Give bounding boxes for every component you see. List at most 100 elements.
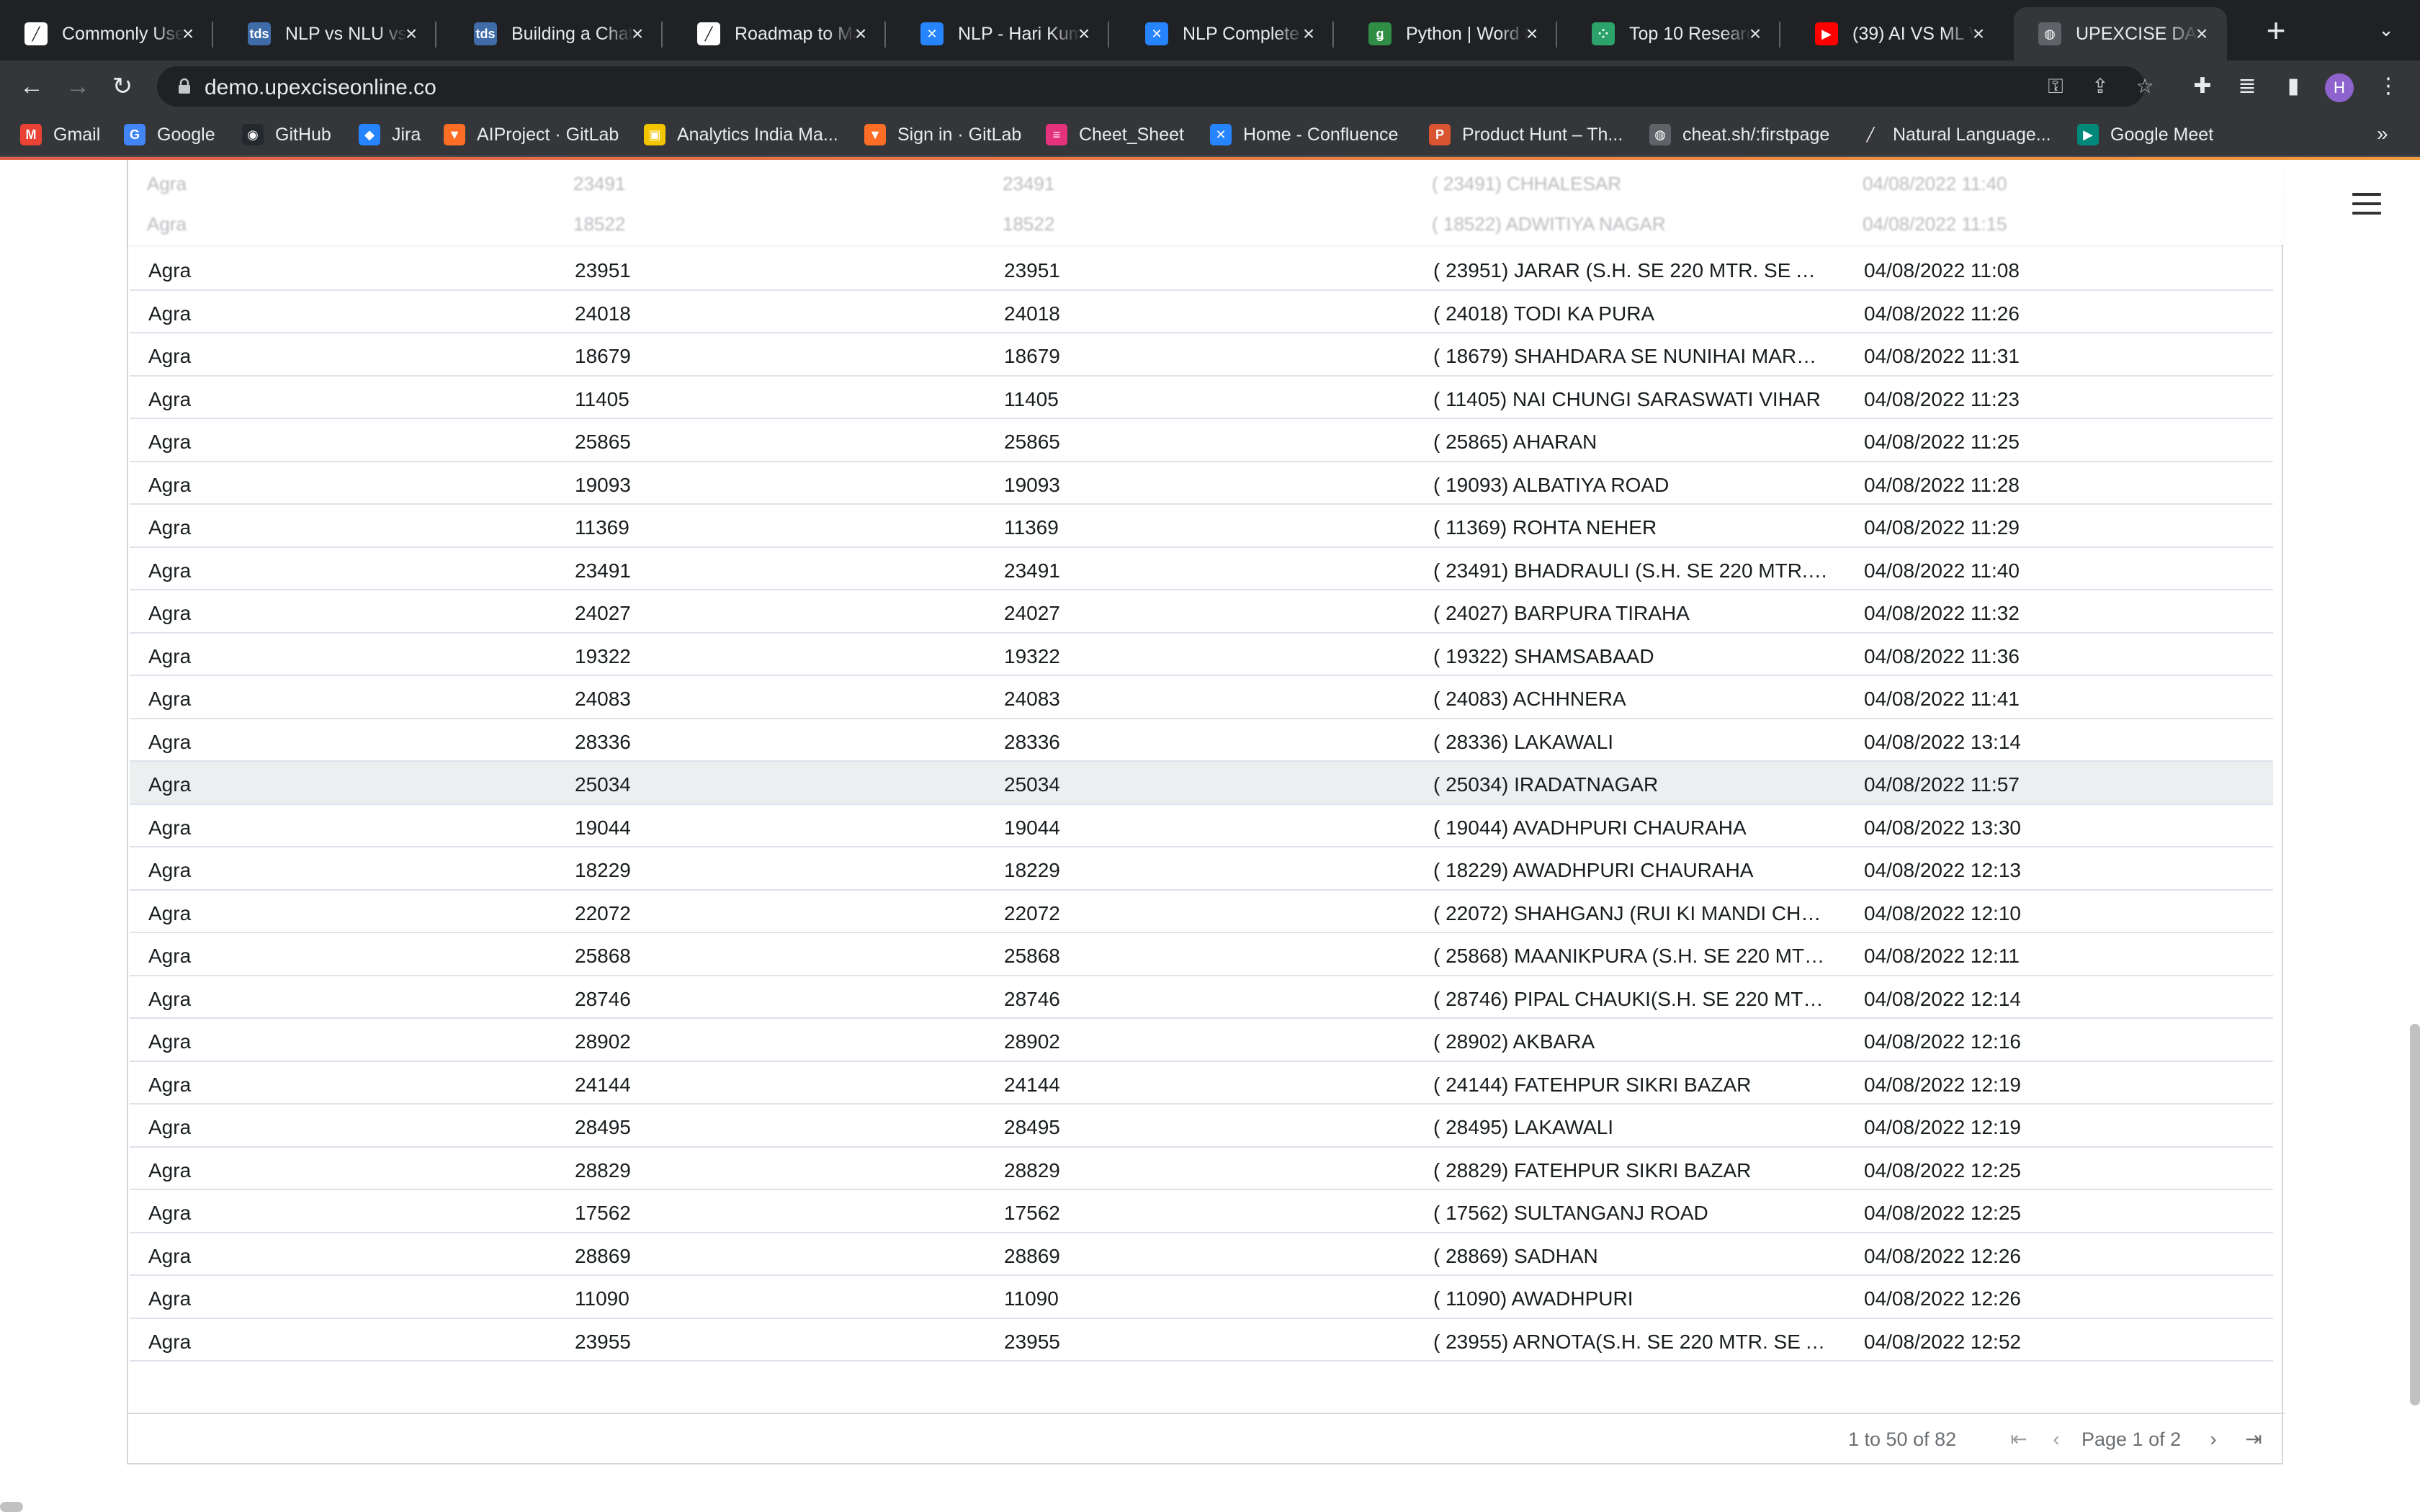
bookmark-item[interactable]: ▶ Google Meet — [2077, 121, 2213, 148]
table-row[interactable]: Agra 19044 19044 ( 19044) AVADHPURI CHAURAH… — [130, 805, 2273, 847]
globe-icon: ◍ — [1649, 124, 1671, 145]
bookmark-item[interactable]: ▣ Analytics India Ma... — [644, 121, 838, 148]
close-tab-icon[interactable]: × — [2191, 23, 2213, 45]
shop-code-cell: 28495 — [575, 1116, 631, 1138]
bookmark-item[interactable]: ✕ Home - Confluence — [1210, 121, 1398, 148]
reading-list-icon[interactable]: ≣ — [2234, 73, 2260, 99]
district-cell: Agra — [148, 1073, 192, 1096]
close-tab-icon[interactable]: × — [400, 23, 422, 45]
table-row[interactable]: Agra 17562 17562 ( 17562) SULTANGANJ ROAD 04… — [130, 1190, 2273, 1233]
forward-arrow-icon[interactable]: → — [63, 72, 92, 101]
table-row[interactable]: Agra 19322 19322 ( 19322) SHAMSABAAD 04/08/2… — [130, 634, 2273, 676]
browser-tab[interactable]: ╱ Commonly Used × — [0, 7, 213, 60]
table-row[interactable]: Agra 25868 25868 ( 25868) MAANIKPURA (S.H. … — [130, 933, 2273, 976]
table-row[interactable]: Agra 25865 25865 ( 25865) AHARAN 04/08/2022 … — [130, 419, 2273, 462]
bookmark-item[interactable]: ╱ Natural Language... — [1860, 121, 2051, 148]
table-row[interactable]: Agra 22072 22072 ( 22072) SHAHGANJ (RUI KI … — [130, 891, 2273, 933]
table-row[interactable]: Agra 25034 25034 ( 25034) IRADATNAGAR 04/08/… — [130, 762, 2273, 805]
table-row[interactable]: Agra 28869 28869 ( 28869) SADHAN 04/08/2022 … — [130, 1233, 2273, 1276]
table-row[interactable]: Agra 28746 28746 ( 28746) PIPAL CHAUKI(S.H.… — [130, 976, 2273, 1019]
kebab-menu-icon[interactable]: ⋮ — [2375, 73, 2401, 99]
bookmark-item[interactable]: ◉ GitHub — [242, 121, 331, 148]
ghost-cell: ( 18522) ADWITIYA NAGAR — [1432, 213, 1666, 235]
table-row[interactable]: Agra 11405 11405 ( 11405) NAI CHUNGI SARASW… — [130, 377, 2273, 419]
browser-tab[interactable]: ✕ NLP - Hari Kumar× — [896, 7, 1109, 60]
back-arrow-icon[interactable]: ← — [17, 72, 46, 101]
bookmark-star-icon[interactable]: ☆ — [2133, 75, 2156, 98]
bookmark-item[interactable]: G Google — [124, 121, 215, 148]
table-row[interactable]: Agra 23955 23955 ( 23955) ARNOTA(S.H. SE 22… — [130, 1319, 2273, 1362]
close-tab-icon[interactable]: × — [627, 23, 648, 45]
bookmark-item[interactable]: P Product Hunt – Th... — [1429, 121, 1623, 148]
table-row[interactable]: Agra 28902 28902 ( 28902) AKBARA 04/08/2022 … — [130, 1019, 2273, 1062]
table-row[interactable]: Agra 24144 24144 ( 24144) FATEHPUR SIKRI BA… — [130, 1062, 2273, 1104]
first-page-icon[interactable]: ⇤ — [2008, 1428, 2030, 1450]
tab-search-chevron-icon[interactable]: ⌄ — [2374, 19, 2398, 43]
address-bar[interactable]: demo.upexciseonline.co ⚿ ⇪ ☆ — [157, 66, 2154, 107]
table-row[interactable]: Agra 19093 19093 ( 19093) ALBATIYA ROAD 04/0… — [130, 462, 2273, 505]
browser-tab[interactable]: tds NLP vs NLU vs NLG× — [223, 7, 436, 60]
bookmark-item[interactable]: ▼ Sign in · GitLab — [864, 121, 1021, 148]
table-row[interactable]: Agra 11090 11090 ( 11090) AWADHPURI 04/08/20… — [130, 1276, 2273, 1319]
table-row[interactable]: Agra 28829 28829 ( 28829) FATEHPUR SIKRI BA… — [130, 1148, 2273, 1190]
table-row[interactable]: Agra 24027 24027 ( 24027) BARPURA TIRAHA 04/… — [130, 590, 2273, 634]
district-cell: Agra — [148, 859, 192, 881]
last-page-icon[interactable]: ⇥ — [2243, 1428, 2264, 1450]
timestamp-cell: 04/08/2022 12:16 — [1864, 1030, 2021, 1053]
browser-tab[interactable]: ǥ Python | Word Embedding× — [1344, 7, 1557, 60]
license-code-cell: 23491 — [1004, 559, 1060, 582]
timestamp-cell: 04/08/2022 12:25 — [1864, 1158, 2021, 1182]
table-row[interactable]: Agra 11369 11369 ( 11369) ROHTA NEHER 04/08/… — [130, 505, 2273, 548]
table-row[interactable]: Agra 28495 28495 ( 28495) LAKAWALI 04/08/202… — [130, 1104, 2273, 1148]
confluence-icon: ✕ — [1210, 124, 1232, 145]
table-row[interactable]: Agra 18229 18229 ( 18229) AWADHPURI CHAURAH… — [130, 847, 2273, 891]
bookmarks-overflow-chevron-icon[interactable]: » — [2377, 122, 2388, 145]
vertical-scrollbar[interactable] — [2410, 1024, 2420, 1405]
profile-avatar[interactable]: H — [2325, 73, 2354, 102]
close-tab-icon[interactable]: × — [177, 23, 199, 45]
bookmark-item[interactable]: M Gmail — [20, 121, 100, 148]
ghost-cell: Agra — [147, 213, 187, 235]
close-tab-icon[interactable]: × — [1298, 23, 1319, 45]
table-row[interactable]: Agra 23491 23491 ( 23491) BHADRAULI (S.H. S… — [130, 548, 2273, 590]
bookmark-item[interactable]: ◆ Jira — [359, 121, 421, 148]
new-tab-button[interactable]: + — [2262, 14, 2290, 47]
meet-icon: ▶ — [2077, 124, 2099, 145]
district-cell: Agra — [148, 688, 192, 710]
share-icon[interactable]: ⇪ — [2089, 75, 2112, 98]
license-code-cell: 24027 — [1004, 602, 1060, 624]
table-row[interactable]: Agra 24083 24083 ( 24083) ACHHNERA 04/08/202… — [130, 676, 2273, 719]
extensions-puzzle-icon[interactable]: ✚ — [2190, 73, 2215, 99]
close-tab-icon[interactable]: × — [1744, 23, 1766, 45]
table-row[interactable]: Agra 24018 24018 ( 24018) TODI KA PURA 04/08… — [130, 291, 2273, 333]
next-page-icon[interactable]: › — [2202, 1428, 2224, 1450]
browser-tab[interactable]: ◍ UPEXCISE DASHBOARD× — [2014, 7, 2227, 60]
browser-tab[interactable]: ▶ (39) AI VS ML VS DL× — [1791, 7, 2004, 60]
browser-tab[interactable]: tds Building a Chatbot× — [449, 7, 663, 60]
gfg-icon: ǥ — [1368, 22, 1392, 45]
license-code-cell: 25868 — [1004, 945, 1060, 967]
browser-tab[interactable]: ⁘ Top 10 Research× — [1567, 7, 1780, 60]
tab-separator — [1108, 22, 1109, 48]
close-tab-icon[interactable]: × — [850, 23, 871, 45]
bookmark-item[interactable]: ◍ cheat.sh/:firstpage — [1649, 121, 1829, 148]
bookmark-item[interactable]: ≡ Cheet_Sheet — [1046, 121, 1184, 148]
browser-tab[interactable]: ✕ NLP Complete Doc× — [1121, 7, 1334, 60]
close-tab-icon[interactable]: × — [1968, 23, 1989, 45]
hamburger-menu-icon[interactable] — [2352, 193, 2381, 216]
table-row[interactable]: Agra 28336 28336 ( 28336) LAKAWALI 04/08/202… — [130, 719, 2273, 762]
bookmark-item[interactable]: ▼ AIProject · GitLab — [444, 121, 619, 148]
horizontal-scrollbar[interactable] — [0, 1502, 23, 1512]
previous-page-icon[interactable]: ‹ — [2045, 1428, 2067, 1450]
shop-name-cell: ( 23491) BHADRAULI (S.H. SE 220 MTR. ... — [1433, 559, 1828, 582]
table-row[interactable]: Agra 23951 23951 ( 23951) JARAR (S.H. SE 22… — [130, 248, 2273, 291]
close-tab-icon[interactable]: × — [1521, 23, 1543, 45]
tab-separator — [661, 22, 663, 48]
table-row[interactable]: Agra 18679 18679 ( 18679) SHAHDARA SE NUNIH… — [130, 333, 2273, 377]
shop-name-cell: ( 28336) LAKAWALI — [1433, 730, 1614, 753]
key-icon[interactable]: ⚿ — [2044, 75, 2067, 98]
browser-tab[interactable]: ╱ Roadmap to Master× — [673, 7, 886, 60]
reload-icon[interactable]: ↻ — [108, 72, 137, 101]
close-tab-icon[interactable]: × — [1073, 23, 1095, 45]
side-panel-icon[interactable]: ▮ — [2280, 73, 2306, 99]
